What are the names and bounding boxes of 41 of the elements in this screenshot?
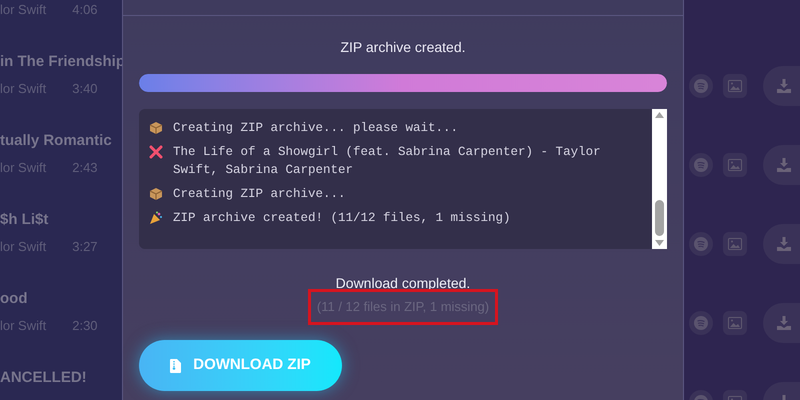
log-line: ZIP archive created! (11/12 files, 1 missing) [173, 210, 511, 227]
download-icon [777, 316, 791, 330]
download-zip-button[interactable]: DOWNLOAD ZIP [139, 340, 342, 391]
image-icon [728, 80, 742, 92]
spotify-icon [694, 237, 708, 251]
download-icon [777, 158, 791, 172]
download-icon [777, 79, 791, 93]
cover-button[interactable] [723, 232, 747, 256]
cover-button[interactable] [723, 74, 747, 98]
party-popper-icon [149, 211, 163, 225]
spotify-icon [694, 316, 708, 330]
download-icon [777, 237, 791, 251]
log-line: The Life of a Showgirl (feat. Sabrina Carpenter) - Taylor Swift, Sabrina Carpenter [173, 144, 602, 179]
spotify-icon [694, 158, 708, 172]
track-title: ANCELLED! [0, 368, 87, 388]
package-icon [149, 187, 163, 201]
image-icon [728, 159, 742, 171]
spotify-button[interactable] [689, 74, 713, 98]
spotify-button[interactable] [689, 311, 713, 335]
zip-file-icon [170, 358, 182, 372]
image-icon [728, 238, 742, 250]
scrollbar[interactable] [652, 109, 667, 249]
spotify-button[interactable] [689, 153, 713, 177]
spotify-button[interactable] [689, 232, 713, 256]
cross-icon [149, 145, 163, 159]
track-title: in The Friendship [0, 52, 126, 72]
track-title: ood [0, 288, 28, 308]
track-title: $h Li$t [0, 210, 48, 230]
spotify-icon [694, 79, 708, 93]
image-icon [728, 317, 742, 329]
log-line: Creating ZIP archive... [173, 186, 346, 203]
result-text: Download completed. [336, 274, 470, 292]
track-title: tually Romantic [0, 130, 112, 150]
cover-button[interactable] [723, 311, 747, 335]
scroll-up-icon[interactable] [655, 112, 664, 118]
status-text: ZIP archive created. [340, 39, 466, 55]
scroll-down-icon[interactable] [655, 240, 664, 246]
log-line: Creating ZIP archive... please wait... [173, 120, 458, 137]
scroll-thumb[interactable] [655, 200, 664, 236]
package-icon [149, 121, 163, 135]
cover-button[interactable] [723, 153, 747, 177]
